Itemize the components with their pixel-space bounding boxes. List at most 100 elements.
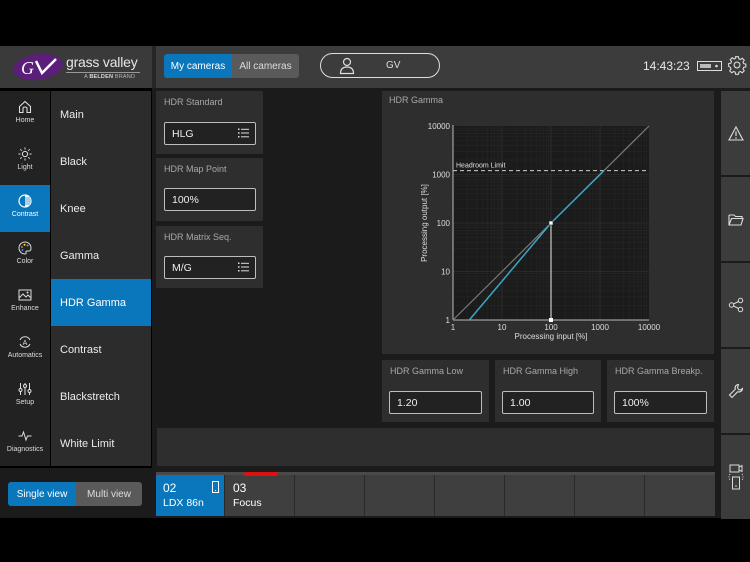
hdr-matrix-seq-panel: HDR Matrix Seq. M/G (156, 226, 263, 288)
contrast-icon (18, 194, 32, 208)
hdr-gamma-high-label: HDR Gamma High (503, 366, 579, 376)
divider (152, 46, 156, 88)
user-label: GV (386, 60, 401, 71)
hdr-standard-value: HLG (172, 128, 194, 140)
camera-tile-empty[interactable] (506, 475, 575, 516)
tally-indicator (244, 472, 278, 476)
files-button[interactable] (721, 177, 750, 261)
gear-icon[interactable] (727, 55, 747, 75)
hdr-matrix-seq-select[interactable]: M/G (164, 256, 256, 279)
camera-tile-03[interactable]: 03 Focus (226, 475, 295, 516)
y-tick-label: 10000 (428, 122, 451, 131)
view-mode-toggle: Single view Multi view (8, 482, 142, 506)
battery-icon (697, 61, 722, 71)
hdr-gamma-low-panel: HDR Gamma Low 1.20 (382, 360, 489, 422)
camera-tile-empty[interactable] (296, 475, 365, 516)
warnings-button[interactable] (721, 91, 750, 175)
sun-icon (18, 147, 32, 161)
hdr-matrix-seq-value: M/G (172, 262, 192, 274)
share-button[interactable] (721, 263, 750, 347)
user-icon (339, 57, 355, 75)
nav-item-setup[interactable]: Setup (0, 373, 50, 420)
all-cameras-button[interactable]: All cameras (232, 54, 299, 78)
camera-number: 03 (233, 481, 247, 495)
svg-text:A: A (23, 340, 28, 347)
tools-button[interactable] (721, 349, 750, 433)
camera-name: Focus (233, 497, 262, 509)
nav-item-diagnostics[interactable]: Diagnostics (0, 420, 50, 467)
share-icon (728, 297, 743, 313)
pulse-icon (18, 430, 32, 442)
submenu-item-blackstretch[interactable]: Blackstretch (51, 373, 151, 420)
main-nav: Home Light Contrast Color Enhance A Auto… (0, 91, 50, 466)
hdr-map-point-input[interactable]: 100% (164, 188, 256, 211)
automatics-icon: A (19, 336, 31, 348)
breakpoint-base-handle[interactable] (549, 318, 553, 322)
brand-divider (66, 72, 140, 73)
camera-link-button[interactable] (721, 435, 750, 519)
breakpoint-handle[interactable] (548, 220, 554, 226)
y-tick-label: 10 (441, 268, 450, 277)
submenu-item-gamma[interactable]: Gamma (51, 232, 151, 279)
submenu-item-black[interactable]: Black (51, 138, 151, 185)
gv-logo-icon: G (13, 53, 63, 81)
list-icon (238, 128, 249, 138)
nav-item-automatics[interactable]: A Automatics (0, 326, 50, 373)
camera-number: 02 (163, 481, 177, 495)
nav-item-contrast[interactable]: Contrast (0, 185, 50, 232)
hdr-gamma-high-panel: HDR Gamma High 1.00 (495, 360, 601, 422)
camera-tile-02[interactable]: 02 LDX 86n (156, 475, 225, 516)
clock: 14:43:23 (643, 59, 690, 73)
nav-item-enhance[interactable]: Enhance (0, 279, 50, 326)
hdr-standard-select[interactable]: HLG (164, 122, 256, 145)
nav-item-color[interactable]: Color (0, 232, 50, 279)
svg-text:G: G (21, 58, 34, 78)
contrast-submenu: Main Black Knee Gamma HDR Gamma Contrast… (51, 91, 151, 466)
brand-subtitle: A BELDEN BRAND (84, 74, 136, 80)
user-button[interactable]: GV (320, 53, 440, 78)
hdr-gamma-high-value: 1.00 (510, 397, 531, 409)
y-tick-label: 100 (437, 219, 451, 228)
camera-tile-empty[interactable] (646, 475, 715, 516)
brand-name: grass valley (66, 54, 138, 70)
y-tick-label: 1 (446, 316, 451, 325)
submenu-item-contrast[interactable]: Contrast (51, 326, 151, 373)
grass-valley-logo: G grass valley A BELDEN BRAND (0, 46, 152, 88)
camera-link-icon (728, 464, 743, 490)
single-view-button[interactable]: Single view (8, 482, 76, 506)
camera-tile-empty[interactable] (576, 475, 645, 516)
x-tick-label: 10000 (638, 323, 661, 332)
submenu-item-main[interactable]: Main (51, 91, 151, 138)
hdr-gamma-breakpoint-value: 100% (622, 397, 649, 409)
submenu-item-white-limit[interactable]: White Limit (51, 420, 151, 467)
hdr-gamma-breakpoint-label: HDR Gamma Breakp. (615, 366, 703, 376)
list-icon (238, 262, 249, 272)
hdr-gamma-low-input[interactable]: 1.20 (389, 391, 482, 414)
hdr-gamma-breakpoint-input[interactable]: 100% (614, 391, 707, 414)
home-icon (18, 100, 32, 114)
submenu-item-hdr-gamma[interactable]: HDR Gamma (51, 279, 151, 326)
hdr-matrix-seq-label: HDR Matrix Seq. (164, 232, 232, 242)
hdr-gamma-chart[interactable]: 1 10 100 1000 10000 1 10 100 1000 10000 … (382, 91, 714, 354)
hdr-gamma-low-label: HDR Gamma Low (390, 366, 464, 376)
palette-icon (18, 241, 32, 255)
camera-tile-empty[interactable] (436, 475, 505, 516)
nav-item-home[interactable]: Home (0, 91, 50, 138)
nav-item-light[interactable]: Light (0, 138, 50, 185)
wrench-icon (728, 383, 743, 399)
x-tick-label: 10 (498, 323, 507, 332)
hdr-map-point-label: HDR Map Point (164, 164, 227, 174)
my-cameras-button[interactable]: My cameras (164, 54, 232, 78)
hdr-standard-label: HDR Standard (164, 97, 223, 107)
folder-icon (727, 213, 744, 226)
hdr-gamma-low-value: 1.20 (397, 397, 418, 409)
x-tick-label: 1000 (591, 323, 609, 332)
submenu-item-knee[interactable]: Knee (51, 185, 151, 232)
hdr-map-point-value: 100% (172, 194, 199, 206)
camera-tile-empty[interactable] (366, 475, 435, 516)
x-axis-label: Processing input [%] (515, 332, 588, 341)
image-icon (18, 289, 32, 301)
multi-view-button[interactable]: Multi view (76, 482, 142, 506)
hdr-standard-panel: HDR Standard HLG (156, 91, 263, 154)
hdr-gamma-high-input[interactable]: 1.00 (502, 391, 594, 414)
